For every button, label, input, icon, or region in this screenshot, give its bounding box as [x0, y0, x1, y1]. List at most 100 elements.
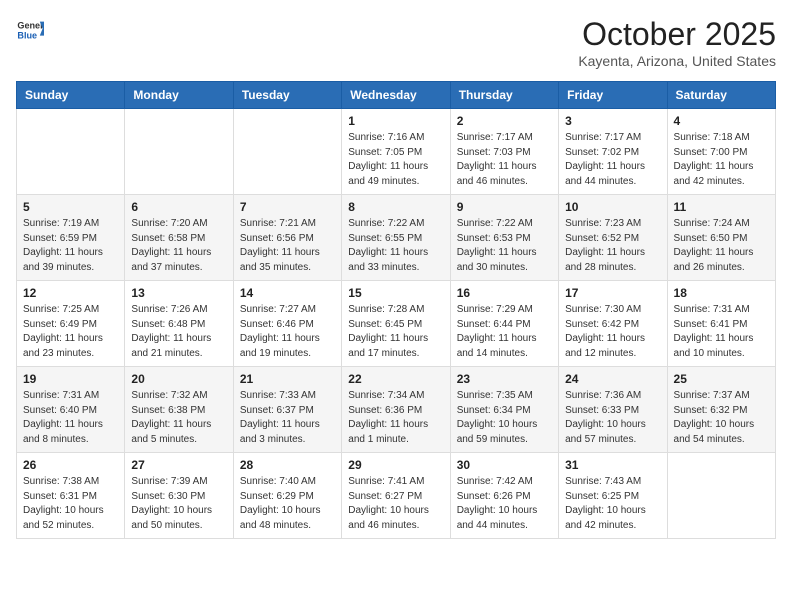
calendar-cell: 2 Sunrise: 7:17 AM Sunset: 7:03 PM Daylig…	[450, 109, 558, 195]
day-info: Sunrise: 7:42 AM Sunset: 6:26 PM Dayligh…	[457, 475, 552, 533]
day-info: Sunrise: 7:26 AM Sunset: 6:48 PM Dayligh…	[131, 303, 226, 361]
day-info: Sunrise: 7:31 AM Sunset: 6:40 PM Dayligh…	[23, 389, 118, 447]
weekday-header-thursday: Thursday	[450, 82, 558, 109]
day-info: Sunrise: 7:29 AM Sunset: 6:44 PM Dayligh…	[457, 303, 552, 361]
calendar-cell: 1 Sunrise: 7:16 AM Sunset: 7:05 PM Daylig…	[342, 109, 450, 195]
day-number: 22	[348, 372, 443, 386]
logo: General Blue	[16, 16, 44, 44]
day-number: 9	[457, 200, 552, 214]
month-title: October 2025	[578, 16, 776, 53]
weekday-header-sunday: Sunday	[17, 82, 125, 109]
day-info: Sunrise: 7:36 AM Sunset: 6:33 PM Dayligh…	[565, 389, 660, 447]
day-number: 17	[565, 286, 660, 300]
calendar-cell: 11 Sunrise: 7:24 AM Sunset: 6:50 PM Dayli…	[667, 195, 775, 281]
calendar-cell: 24Sunrise: 7:36 AM Sunset: 6:33 PM Dayli…	[559, 367, 667, 453]
weekday-header-row: SundayMondayTuesdayWednesdayThursdayFrid…	[17, 82, 776, 109]
weekday-header-saturday: Saturday	[667, 82, 775, 109]
day-info: Sunrise: 7:28 AM Sunset: 6:45 PM Dayligh…	[348, 303, 443, 361]
day-number: 2	[457, 114, 552, 128]
calendar-cell: 23 Sunrise: 7:35 AM Sunset: 6:34 PM Dayli…	[450, 367, 558, 453]
day-info: Sunrise: 7:19 AM Sunset: 6:59 PM Dayligh…	[23, 217, 118, 275]
day-number: 12	[23, 286, 118, 300]
day-number: 30	[457, 458, 552, 472]
calendar-cell: 19 Sunrise: 7:31 AM Sunset: 6:40 PM Dayli…	[17, 367, 125, 453]
weekday-header-wednesday: Wednesday	[342, 82, 450, 109]
calendar-week-row: 12 Sunrise: 7:25 AM Sunset: 6:49 PM Dayli…	[17, 281, 776, 367]
day-number: 21	[240, 372, 335, 386]
calendar-cell: 28 Sunrise: 7:40 AM Sunset: 6:29 PM Dayli…	[233, 453, 341, 539]
calendar-cell: 26 Sunrise: 7:38 AM Sunset: 6:31 PM Dayli…	[17, 453, 125, 539]
calendar-cell: 18 Sunrise: 7:31 AM Sunset: 6:41 PM Dayli…	[667, 281, 775, 367]
day-number: 20	[131, 372, 226, 386]
calendar-cell: 5 Sunrise: 7:19 AM Sunset: 6:59 PM Daylig…	[17, 195, 125, 281]
title-section: October 2025 Kayenta, Arizona, United St…	[578, 16, 776, 69]
day-number: 11	[674, 200, 769, 214]
calendar-cell: 14Sunrise: 7:27 AM Sunset: 6:46 PM Dayli…	[233, 281, 341, 367]
calendar-week-row: 5 Sunrise: 7:19 AM Sunset: 6:59 PM Daylig…	[17, 195, 776, 281]
location-title: Kayenta, Arizona, United States	[578, 53, 776, 69]
day-info: Sunrise: 7:20 AM Sunset: 6:58 PM Dayligh…	[131, 217, 226, 275]
day-number: 5	[23, 200, 118, 214]
calendar-cell: 15 Sunrise: 7:28 AM Sunset: 6:45 PM Dayli…	[342, 281, 450, 367]
calendar-table: SundayMondayTuesdayWednesdayThursdayFrid…	[16, 81, 776, 539]
day-info: Sunrise: 7:41 AM Sunset: 6:27 PM Dayligh…	[348, 475, 443, 533]
calendar-cell: 20Sunrise: 7:32 AM Sunset: 6:38 PM Dayli…	[125, 367, 233, 453]
day-info: Sunrise: 7:24 AM Sunset: 6:50 PM Dayligh…	[674, 217, 769, 275]
day-number: 7	[240, 200, 335, 214]
day-number: 15	[348, 286, 443, 300]
day-info: Sunrise: 7:31 AM Sunset: 6:41 PM Dayligh…	[674, 303, 769, 361]
day-number: 25	[674, 372, 769, 386]
day-number: 23	[457, 372, 552, 386]
calendar-cell: 21Sunrise: 7:33 AM Sunset: 6:37 PM Dayli…	[233, 367, 341, 453]
calendar-cell: 3Sunrise: 7:17 AM Sunset: 7:02 PM Daylig…	[559, 109, 667, 195]
calendar-cell: 9 Sunrise: 7:22 AM Sunset: 6:53 PM Daylig…	[450, 195, 558, 281]
day-info: Sunrise: 7:25 AM Sunset: 6:49 PM Dayligh…	[23, 303, 118, 361]
logo-icon: General Blue	[16, 16, 44, 44]
calendar-cell: 25 Sunrise: 7:37 AM Sunset: 6:32 PM Dayli…	[667, 367, 775, 453]
day-info: Sunrise: 7:23 AM Sunset: 6:52 PM Dayligh…	[565, 217, 660, 275]
calendar-cell: 4Sunrise: 7:18 AM Sunset: 7:00 PM Daylig…	[667, 109, 775, 195]
day-number: 1	[348, 114, 443, 128]
calendar-cell: 10 Sunrise: 7:23 AM Sunset: 6:52 PM Dayli…	[559, 195, 667, 281]
day-info: Sunrise: 7:35 AM Sunset: 6:34 PM Dayligh…	[457, 389, 552, 447]
day-number: 31	[565, 458, 660, 472]
day-info: Sunrise: 7:16 AM Sunset: 7:05 PM Dayligh…	[348, 131, 443, 189]
day-number: 18	[674, 286, 769, 300]
day-number: 13	[131, 286, 226, 300]
calendar-cell: 31 Sunrise: 7:43 AM Sunset: 6:25 PM Dayli…	[559, 453, 667, 539]
calendar-cell: 7 Sunrise: 7:21 AM Sunset: 6:56 PM Daylig…	[233, 195, 341, 281]
day-number: 6	[131, 200, 226, 214]
day-number: 29	[348, 458, 443, 472]
svg-text:Blue: Blue	[17, 30, 37, 40]
day-info: Sunrise: 7:37 AM Sunset: 6:32 PM Dayligh…	[674, 389, 769, 447]
day-number: 27	[131, 458, 226, 472]
day-number: 19	[23, 372, 118, 386]
calendar-cell	[667, 453, 775, 539]
day-number: 28	[240, 458, 335, 472]
day-info: Sunrise: 7:40 AM Sunset: 6:29 PM Dayligh…	[240, 475, 335, 533]
calendar-week-row: 1 Sunrise: 7:16 AM Sunset: 7:05 PM Daylig…	[17, 109, 776, 195]
day-info: Sunrise: 7:27 AM Sunset: 6:46 PM Dayligh…	[240, 303, 335, 361]
day-info: Sunrise: 7:21 AM Sunset: 6:56 PM Dayligh…	[240, 217, 335, 275]
calendar-cell: 12 Sunrise: 7:25 AM Sunset: 6:49 PM Dayli…	[17, 281, 125, 367]
day-info: Sunrise: 7:22 AM Sunset: 6:53 PM Dayligh…	[457, 217, 552, 275]
calendar-cell: 22 Sunrise: 7:34 AM Sunset: 6:36 PM Dayli…	[342, 367, 450, 453]
day-info: Sunrise: 7:17 AM Sunset: 7:03 PM Dayligh…	[457, 131, 552, 189]
day-number: 26	[23, 458, 118, 472]
calendar-week-row: 26 Sunrise: 7:38 AM Sunset: 6:31 PM Dayli…	[17, 453, 776, 539]
calendar-cell: 6 Sunrise: 7:20 AM Sunset: 6:58 PM Daylig…	[125, 195, 233, 281]
day-number: 10	[565, 200, 660, 214]
calendar-cell: 8 Sunrise: 7:22 AM Sunset: 6:55 PM Daylig…	[342, 195, 450, 281]
day-info: Sunrise: 7:34 AM Sunset: 6:36 PM Dayligh…	[348, 389, 443, 447]
weekday-header-monday: Monday	[125, 82, 233, 109]
day-info: Sunrise: 7:39 AM Sunset: 6:30 PM Dayligh…	[131, 475, 226, 533]
calendar-cell	[233, 109, 341, 195]
day-number: 16	[457, 286, 552, 300]
calendar-cell: 30 Sunrise: 7:42 AM Sunset: 6:26 PM Dayli…	[450, 453, 558, 539]
day-info: Sunrise: 7:22 AM Sunset: 6:55 PM Dayligh…	[348, 217, 443, 275]
page-header: General Blue October 2025 Kayenta, Arizo…	[16, 16, 776, 69]
day-info: Sunrise: 7:38 AM Sunset: 6:31 PM Dayligh…	[23, 475, 118, 533]
day-info: Sunrise: 7:43 AM Sunset: 6:25 PM Dayligh…	[565, 475, 660, 533]
day-number: 3	[565, 114, 660, 128]
day-number: 8	[348, 200, 443, 214]
